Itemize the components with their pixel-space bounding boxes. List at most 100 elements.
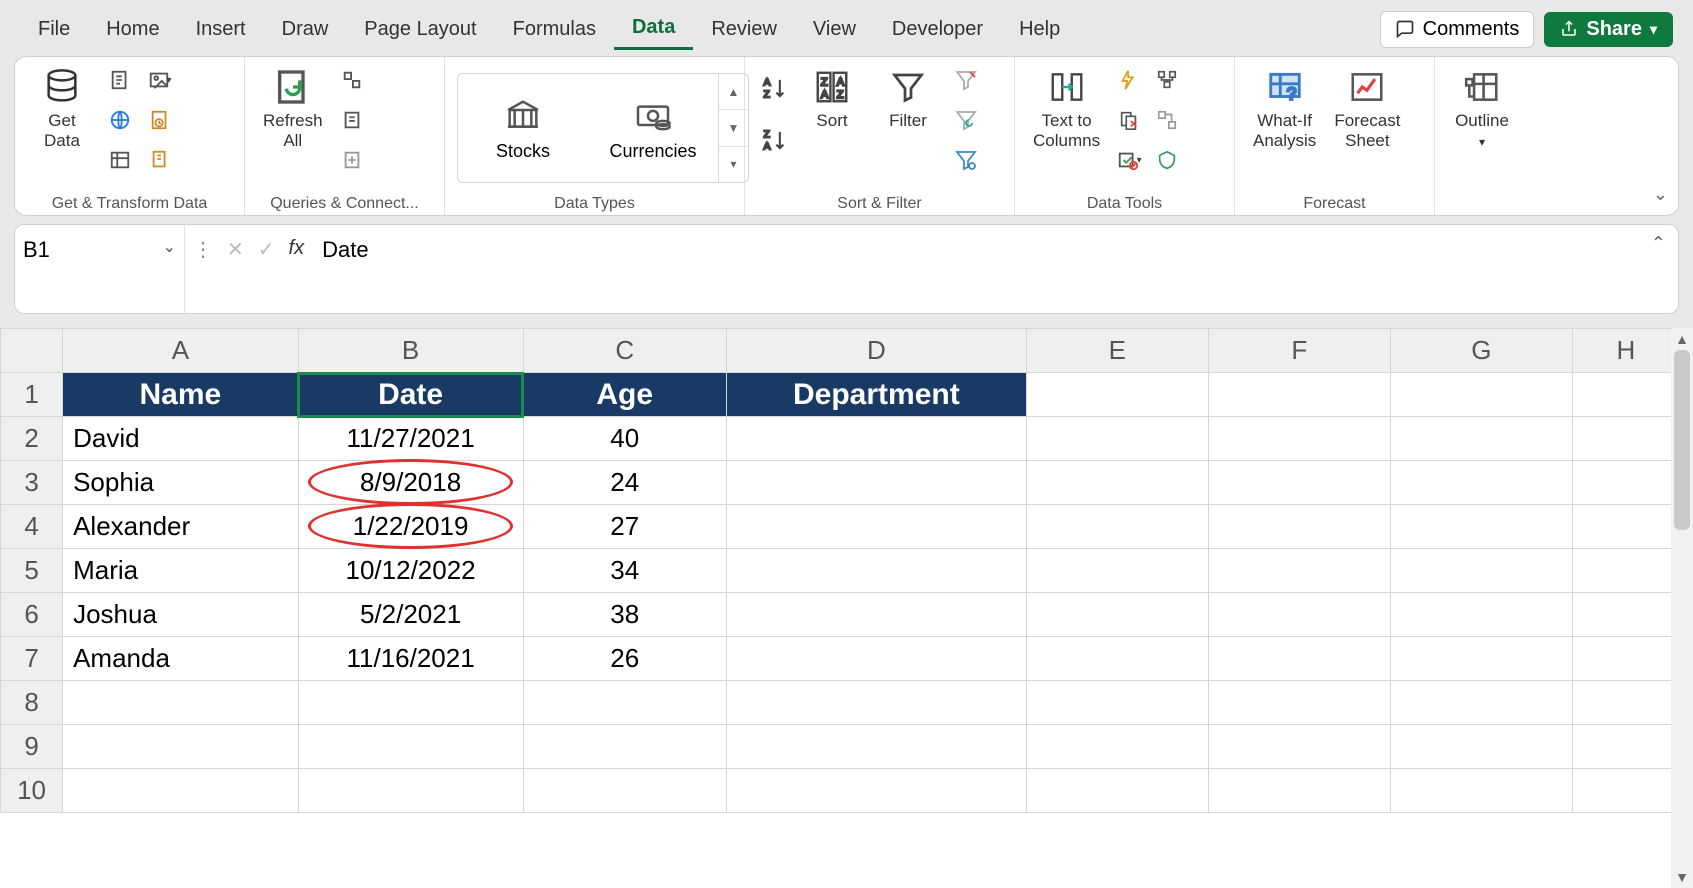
cell-B4[interactable]: 1/22/2019: [298, 505, 523, 549]
cell-A7[interactable]: Amanda: [63, 637, 299, 681]
sort-asc-button[interactable]: AZ: [757, 71, 791, 105]
cell-A1[interactable]: Name: [63, 373, 299, 417]
cell-E7[interactable]: [1026, 637, 1208, 681]
cell-D8[interactable]: [726, 681, 1026, 725]
text-to-columns-button[interactable]: Text to Columns: [1027, 63, 1106, 155]
cell-H3[interactable]: [1572, 461, 1679, 505]
vertical-scrollbar[interactable]: ▲ ▼: [1671, 328, 1693, 888]
consolidate-button[interactable]: [1150, 63, 1184, 97]
cell-A10[interactable]: [63, 769, 299, 813]
cell-C10[interactable]: [523, 769, 726, 813]
row-header-7[interactable]: 7: [1, 637, 63, 681]
cell-F10[interactable]: [1208, 769, 1390, 813]
cell-D2[interactable]: [726, 417, 1026, 461]
cell-A6[interactable]: Joshua: [63, 593, 299, 637]
col-header-B[interactable]: B: [298, 329, 523, 373]
row-header-5[interactable]: 5: [1, 549, 63, 593]
remove-duplicates-button[interactable]: [1112, 103, 1146, 137]
cell-E4[interactable]: [1026, 505, 1208, 549]
cell-E3[interactable]: [1026, 461, 1208, 505]
outline-button[interactable]: Outline ▾: [1447, 63, 1517, 153]
cell-B9[interactable]: [298, 725, 523, 769]
name-box[interactable]: [23, 237, 123, 263]
cell-H6[interactable]: [1572, 593, 1679, 637]
cell-B3[interactable]: 8/9/2018: [298, 461, 523, 505]
cell-G8[interactable]: [1390, 681, 1572, 725]
tab-insert[interactable]: Insert: [178, 10, 264, 49]
col-header-G[interactable]: G: [1390, 329, 1572, 373]
share-button[interactable]: Share ▾: [1544, 12, 1673, 47]
forecast-sheet-button[interactable]: Forecast Sheet: [1328, 63, 1406, 155]
col-header-C[interactable]: C: [523, 329, 726, 373]
cell-A2[interactable]: David: [63, 417, 299, 461]
chevron-down-icon[interactable]: ⌄: [163, 237, 176, 257]
gallery-more-button[interactable]: ▾: [719, 147, 748, 182]
cell-D5[interactable]: [726, 549, 1026, 593]
stocks-type-button[interactable]: Stocks: [458, 74, 588, 182]
formula-input[interactable]: Date: [312, 225, 1678, 313]
cell-C2[interactable]: 40: [523, 417, 726, 461]
cell-G10[interactable]: [1390, 769, 1572, 813]
cell-G9[interactable]: [1390, 725, 1572, 769]
tab-help[interactable]: Help: [1001, 10, 1078, 49]
cell-H10[interactable]: [1572, 769, 1679, 813]
currencies-type-button[interactable]: Currencies: [588, 74, 718, 182]
scroll-down-button[interactable]: ▼: [1671, 866, 1693, 888]
tab-home[interactable]: Home: [88, 10, 177, 49]
cell-H7[interactable]: [1572, 637, 1679, 681]
from-table-button[interactable]: [103, 143, 137, 177]
cell-B8[interactable]: [298, 681, 523, 725]
cell-C8[interactable]: [523, 681, 726, 725]
cell-F7[interactable]: [1208, 637, 1390, 681]
cell-E1[interactable]: [1026, 373, 1208, 417]
cell-H9[interactable]: [1572, 725, 1679, 769]
cell-G2[interactable]: [1390, 417, 1572, 461]
gallery-up-button[interactable]: ▲: [719, 74, 748, 110]
tab-draw[interactable]: Draw: [264, 10, 347, 49]
cell-G7[interactable]: [1390, 637, 1572, 681]
expand-formula-bar-button[interactable]: ⌃: [1651, 233, 1666, 254]
data-validation-button[interactable]: ▾: [1112, 143, 1146, 177]
refresh-all-button[interactable]: Refresh All: [257, 63, 329, 155]
cell-C9[interactable]: [523, 725, 726, 769]
properties-button[interactable]: [335, 103, 369, 137]
scroll-thumb[interactable]: [1674, 350, 1690, 530]
tab-formulas[interactable]: Formulas: [495, 10, 614, 49]
recent-sources-button[interactable]: [143, 103, 177, 137]
existing-connections-button[interactable]: [143, 143, 177, 177]
cell-H4[interactable]: [1572, 505, 1679, 549]
from-text-csv-button[interactable]: [103, 63, 137, 97]
col-header-H[interactable]: H: [1572, 329, 1679, 373]
cell-H5[interactable]: [1572, 549, 1679, 593]
gallery-down-button[interactable]: ▼: [719, 110, 748, 146]
cell-D6[interactable]: [726, 593, 1026, 637]
sort-button[interactable]: ZAAZ Sort: [797, 63, 867, 135]
cell-B1[interactable]: Date: [298, 373, 523, 417]
row-header-4[interactable]: 4: [1, 505, 63, 549]
cell-C3[interactable]: 24: [523, 461, 726, 505]
cell-B10[interactable]: [298, 769, 523, 813]
cell-F6[interactable]: [1208, 593, 1390, 637]
comments-button[interactable]: Comments: [1380, 11, 1535, 48]
cell-B2[interactable]: 11/27/2021: [298, 417, 523, 461]
cell-B7[interactable]: 11/16/2021: [298, 637, 523, 681]
insert-function-button[interactable]: fx: [289, 237, 305, 260]
cell-A8[interactable]: [63, 681, 299, 725]
cell-B6[interactable]: 5/2/2021: [298, 593, 523, 637]
cell-A4[interactable]: Alexander: [63, 505, 299, 549]
cell-F3[interactable]: [1208, 461, 1390, 505]
cell-B5[interactable]: 10/12/2022: [298, 549, 523, 593]
filter-button[interactable]: Filter: [873, 63, 943, 135]
cell-F8[interactable]: [1208, 681, 1390, 725]
tab-review[interactable]: Review: [693, 10, 795, 49]
cell-A3[interactable]: Sophia: [63, 461, 299, 505]
tab-data[interactable]: Data: [614, 8, 693, 50]
cell-F2[interactable]: [1208, 417, 1390, 461]
cell-F4[interactable]: [1208, 505, 1390, 549]
more-options-icon[interactable]: ⋮: [193, 237, 213, 262]
cell-F1[interactable]: [1208, 373, 1390, 417]
from-web-button[interactable]: [103, 103, 137, 137]
flash-fill-button[interactable]: [1112, 63, 1146, 97]
cell-G3[interactable]: [1390, 461, 1572, 505]
what-if-analysis-button[interactable]: ? What-If Analysis: [1247, 63, 1322, 155]
